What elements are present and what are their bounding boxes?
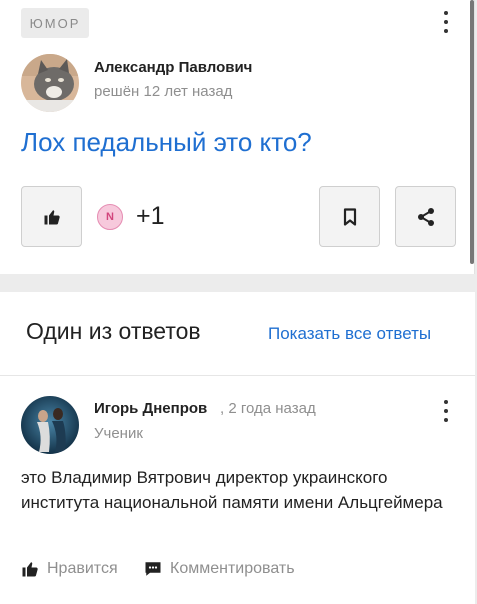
- thumbs-up-icon: [44, 209, 60, 224]
- share-icon: [417, 207, 434, 226]
- author-name[interactable]: Александр Павлович: [94, 59, 252, 76]
- voter-avatar[interactable]: N: [97, 204, 123, 230]
- answer-like-button[interactable]: Нравится: [21, 560, 118, 578]
- question-menu-icon[interactable]: [443, 11, 449, 33]
- answer-text: это Владимир Вятрович директор украинско…: [21, 468, 443, 512]
- like-label: Нравится: [47, 560, 118, 577]
- show-all-answers-link[interactable]: Показать все ответы: [268, 324, 431, 344]
- comment-icon: [145, 562, 161, 576]
- category-badge[interactable]: ЮМОР: [21, 8, 89, 38]
- comment-button[interactable]: Комментировать: [144, 560, 295, 578]
- question-meta: решён 12 лет назад: [94, 83, 233, 100]
- vote-count: +1: [136, 202, 165, 230]
- question-card: ЮМОР Александр Павлович решён 12 лет наз…: [0, 0, 475, 274]
- comment-label: Комментировать: [170, 560, 295, 577]
- bookmark-icon: [343, 207, 356, 226]
- question-title[interactable]: Лох педальный это кто?: [21, 127, 312, 158]
- answer-menu-icon[interactable]: [443, 400, 449, 422]
- author-avatar[interactable]: [21, 54, 79, 112]
- share-button[interactable]: [395, 186, 456, 247]
- answer-author-name[interactable]: Игорь Днепров: [94, 400, 207, 417]
- bookmark-button[interactable]: [319, 186, 380, 247]
- answer-author-rank: Ученик: [94, 425, 143, 442]
- answer-author-avatar[interactable]: [21, 396, 79, 454]
- answers-heading: Один из ответов: [26, 318, 201, 344]
- thumbs-up-icon: [22, 562, 38, 577]
- like-button[interactable]: [21, 186, 82, 247]
- divider: [0, 375, 475, 376]
- scrollbar[interactable]: [470, 0, 474, 264]
- answer-time: , 2 года назад: [220, 400, 316, 417]
